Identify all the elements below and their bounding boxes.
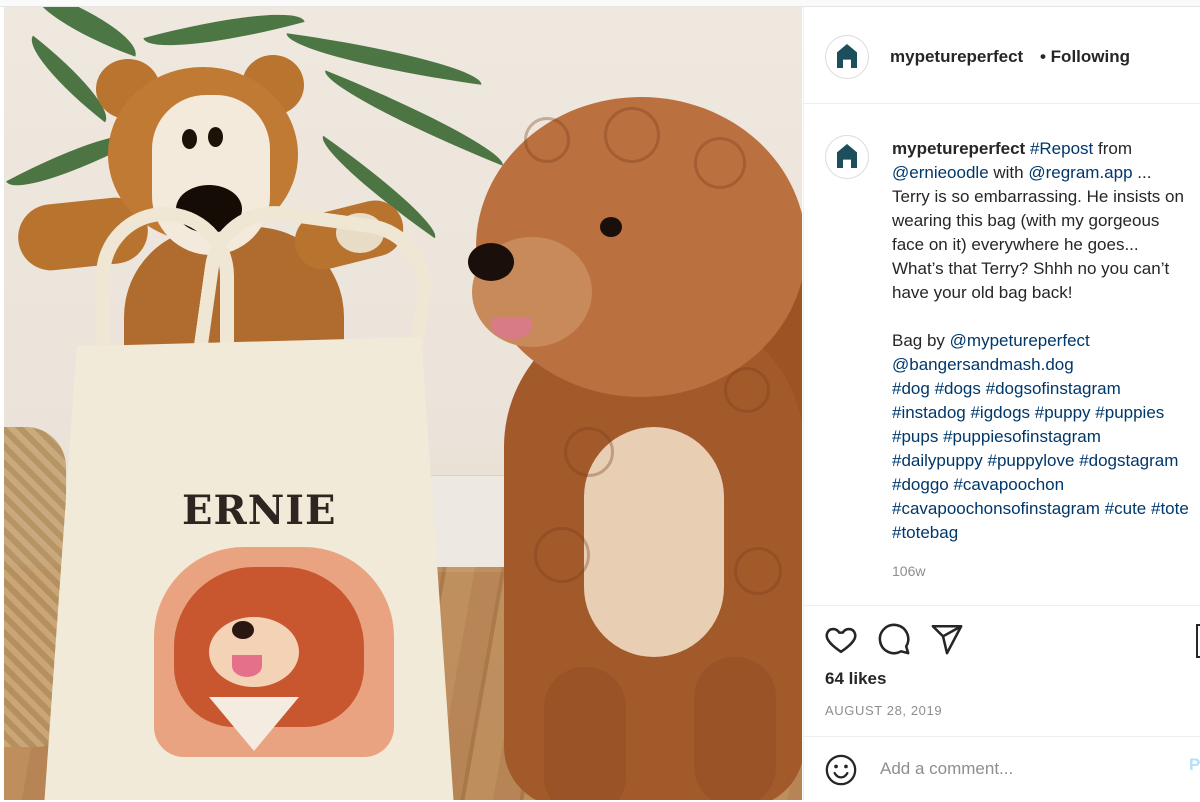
post-photo[interactable]: ERNIE xyxy=(4,7,802,800)
hashtag-link[interactable]: #puppies xyxy=(1095,403,1164,422)
bag-print-tongue xyxy=(232,655,262,677)
caption-line xyxy=(892,305,1200,329)
hashtag-link[interactable]: #dog xyxy=(892,379,930,398)
caption-text: from xyxy=(1093,139,1132,158)
caption-avatar[interactable] xyxy=(825,135,869,179)
caption-text: face on it) everywhere he goes... xyxy=(892,235,1139,254)
bag-print-nose xyxy=(232,621,254,639)
hashtag-link[interactable]: #tote xyxy=(1151,499,1189,518)
caption-line: #dailypuppy #puppylove #dogstagram xyxy=(892,449,1200,473)
caption-line: #instadog #igdogs #puppy #puppies xyxy=(892,401,1200,425)
caption-line: #doggo #cavapoochon xyxy=(892,473,1200,497)
browser-top-edge xyxy=(0,0,1200,7)
caption-line: Bag by @mypetureperfect xyxy=(892,329,1200,353)
caption-text: ... xyxy=(1132,163,1152,182)
post-side-panel: mypetureperfect • Following mypetureperf… xyxy=(803,7,1200,800)
hashtag-link[interactable]: #doggo xyxy=(892,475,949,494)
hashtag-link[interactable]: #dogstagram xyxy=(1079,451,1178,470)
fur-curl xyxy=(724,367,770,413)
hashtag-link[interactable]: #cavapoochon xyxy=(953,475,1064,494)
caption-line: @bangersandmash.dog xyxy=(892,353,1200,377)
post-caption: mypetureperfect #Repost from @ernieoodle … xyxy=(892,137,1200,545)
mention-link[interactable]: @bangersandmash.dog xyxy=(892,355,1074,374)
dog-nose xyxy=(468,243,514,281)
post-time-ago[interactable]: 106w xyxy=(892,563,925,579)
paper-plane-icon[interactable] xyxy=(930,622,964,656)
caption-line: face on it) everywhere he goes... xyxy=(892,233,1200,257)
fur-curl xyxy=(604,107,660,163)
post-date: AUGUST 28, 2019 xyxy=(825,703,943,718)
post-actions: 64 likes AUGUST 28, 2019 Post xyxy=(804,605,1200,801)
hashtag-link[interactable]: #totebag xyxy=(892,523,958,542)
bear-eye xyxy=(182,129,197,149)
fur-curl xyxy=(734,547,782,595)
caption-line: have your old bag back! xyxy=(892,281,1200,305)
plant-leaf xyxy=(283,33,485,85)
bookmark-icon[interactable] xyxy=(1196,624,1200,658)
hashtag-link[interactable]: #igdogs xyxy=(970,403,1030,422)
bear-eye xyxy=(208,127,223,147)
caption-text: Bag by xyxy=(892,331,950,350)
hashtag-link[interactable]: #instadog xyxy=(892,403,966,422)
plant-leaf xyxy=(143,7,305,64)
bag-print-text: ERNIE xyxy=(182,487,337,534)
fur-curl xyxy=(524,117,570,163)
caption-text: with xyxy=(988,163,1029,182)
post-comment-button[interactable]: Post xyxy=(1189,755,1200,775)
caption-text: wearing this bag (with my gorgeous xyxy=(892,211,1160,230)
avatar[interactable] xyxy=(825,35,869,79)
fur-curl xyxy=(564,427,614,477)
caption-line: wearing this bag (with my gorgeous xyxy=(892,209,1200,233)
hashtag-link[interactable]: #Repost xyxy=(1030,139,1093,158)
hashtag-link[interactable]: #dogsofinstagram xyxy=(986,379,1121,398)
header-username[interactable]: mypetureperfect xyxy=(890,47,1023,67)
hashtag-link[interactable]: #cute xyxy=(1105,499,1147,518)
caption-line: #dog #dogs #dogsofinstagram xyxy=(892,377,1200,401)
caption-line: #cavapoochonsofinstagram #cute #tote xyxy=(892,497,1200,521)
dog-mouth xyxy=(492,317,532,339)
dog-eye xyxy=(600,217,622,237)
hashtag-link[interactable]: #puppiesofinstagram xyxy=(943,427,1101,446)
hashtag-link[interactable]: #puppylove xyxy=(987,451,1074,470)
house-logo-icon xyxy=(837,44,857,68)
dog-leg xyxy=(694,657,776,800)
bag-print-muzzle xyxy=(209,617,299,687)
follow-status[interactable]: • Following xyxy=(1040,47,1130,67)
caption-text: have your old bag back! xyxy=(892,283,1073,302)
mention-link[interactable]: @regram.app xyxy=(1028,163,1132,182)
mention-link[interactable]: @mypetureperfect xyxy=(950,331,1090,350)
hashtag-link[interactable]: #dailypuppy xyxy=(892,451,983,470)
comment-input[interactable] xyxy=(878,753,1152,785)
mention-link[interactable]: @ernieoodle xyxy=(892,163,989,182)
hashtag-link[interactable]: #pups xyxy=(892,427,938,446)
smiley-icon[interactable] xyxy=(824,753,858,787)
caption-line: mypetureperfect #Repost from xyxy=(892,137,1200,161)
hashtag-link[interactable]: #dogs xyxy=(935,379,981,398)
fur-curl xyxy=(694,137,746,189)
heart-icon[interactable] xyxy=(824,622,858,656)
dog-leg xyxy=(544,667,626,800)
caption-text: What’s that Terry? Shhh no you can’t xyxy=(892,259,1170,278)
fur-curl xyxy=(534,527,590,583)
hashtag-link[interactable]: #cavapoochonsofinstagram xyxy=(892,499,1100,518)
comment-row: Post xyxy=(804,736,1200,802)
hashtag-link[interactable]: #puppy xyxy=(1035,403,1091,422)
caption-line: @ernieoodle with @regram.app ... xyxy=(892,161,1200,185)
caption-line: #totebag xyxy=(892,521,1200,545)
caption-line: #pups #puppiesofinstagram xyxy=(892,425,1200,449)
speech-bubble-icon[interactable] xyxy=(877,622,911,656)
house-logo-icon xyxy=(837,144,857,168)
likes-count[interactable]: 64 likes xyxy=(825,669,886,689)
post-header: mypetureperfect • Following xyxy=(804,7,1200,104)
caption-line: Terry is so embarrassing. He insists on xyxy=(892,185,1200,209)
caption-text: Terry is so embarrassing. He insists on xyxy=(892,187,1184,206)
caption-line: What’s that Terry? Shhh no you can’t xyxy=(892,257,1200,281)
caption-username[interactable]: mypetureperfect xyxy=(892,139,1030,158)
